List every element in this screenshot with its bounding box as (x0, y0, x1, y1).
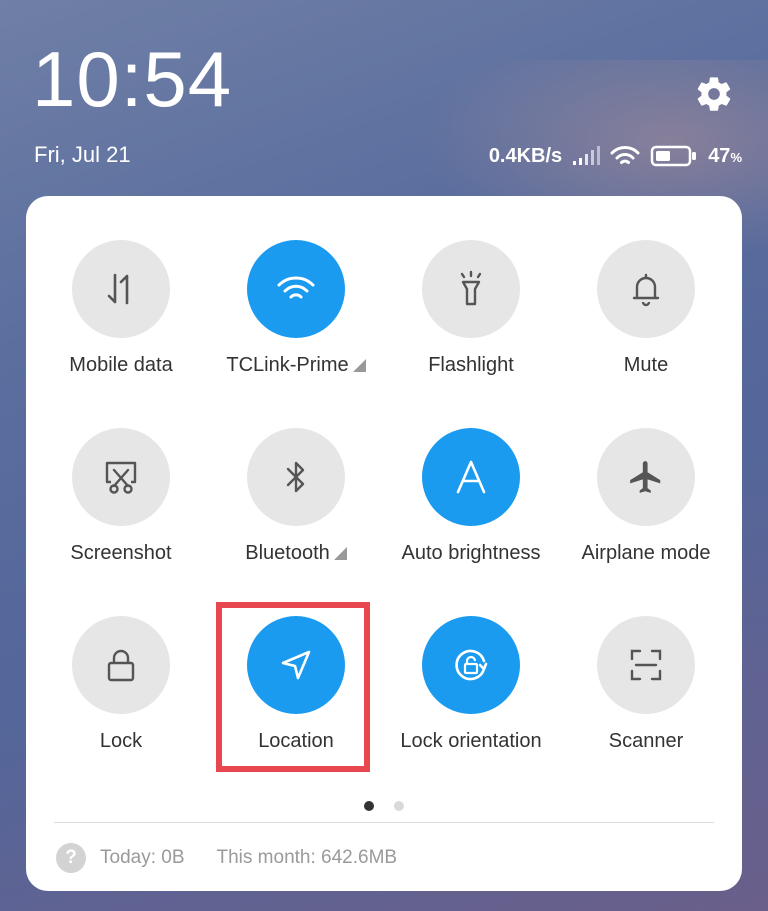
tile-circle[interactable] (597, 616, 695, 714)
tile-label: Screenshot (70, 542, 172, 564)
usage-today: Today: 0B (100, 847, 185, 868)
help-icon[interactable]: ? (56, 843, 86, 873)
tile-circle[interactable] (247, 240, 345, 338)
battery-icon (650, 145, 697, 167)
wifi-icon (277, 276, 315, 299)
network-speed: 0.4KB/s (488, 144, 563, 167)
flashlight-icon (460, 270, 482, 306)
tile-wifi[interactable]: TCLink-Prime (209, 240, 383, 377)
tile-label-text: Bluetooth (245, 542, 330, 564)
mobile-data-icon (107, 273, 129, 305)
tile-label: Airplane mode (581, 542, 711, 564)
wifi-icon (610, 146, 640, 164)
tile-circle[interactable] (247, 428, 345, 526)
expand-triangle-icon[interactable] (333, 547, 347, 560)
page-dot[interactable] (394, 801, 404, 811)
scanner-icon (630, 649, 662, 681)
tile-label: Mute (623, 354, 669, 376)
usage-month: This month: 642.6MB (216, 847, 398, 868)
clock-time: 10:54 (32, 35, 233, 123)
quick-settings-panel: Mobile data TCLink-Prime Flashlight Mute… (26, 196, 742, 891)
tile-label: Lock orientation (400, 730, 542, 752)
divider (54, 822, 714, 823)
airplane-icon (630, 461, 661, 493)
tile-circle[interactable] (72, 428, 170, 526)
bell-icon (632, 273, 660, 307)
tile-auto-brightness[interactable]: Auto brightness (384, 428, 558, 565)
tile-circle[interactable] (597, 428, 695, 526)
tile-label-text: TCLink-Prime (226, 354, 349, 376)
tile-bluetooth[interactable]: Bluetooth (209, 428, 383, 565)
tile-label: Flashlight (428, 354, 514, 376)
expand-triangle-icon[interactable] (352, 359, 366, 372)
tile-lock[interactable]: Lock (34, 616, 208, 753)
clock-date: Fri, Jul 21 (34, 142, 131, 167)
gear-icon[interactable] (694, 74, 734, 114)
tile-circle[interactable] (422, 240, 520, 338)
tile-label: Scanner (608, 730, 684, 752)
status-bar: 0.4KB/s 47% (489, 142, 742, 170)
lock-icon (107, 649, 135, 682)
signal-icon (573, 146, 601, 165)
tile-airplane-mode[interactable]: Airplane mode (559, 428, 733, 565)
rotation-lock-icon (455, 649, 488, 681)
tile-circle[interactable] (422, 428, 520, 526)
bluetooth-icon (286, 461, 305, 493)
tile-circle[interactable] (422, 616, 520, 714)
tile-circle[interactable] (597, 240, 695, 338)
tile-label: Mobile data (69, 354, 173, 376)
tile-circle[interactable] (72, 616, 170, 714)
screenshot-icon (105, 461, 137, 494)
page-dot-active[interactable] (364, 801, 374, 811)
location-highlight-box (216, 602, 370, 772)
tile-screenshot[interactable]: Screenshot (34, 428, 208, 565)
tile-lock-orientation[interactable]: Lock orientation (384, 616, 558, 753)
tile-label: Lock (99, 730, 143, 752)
tile-label: TCLink-Prime (209, 354, 383, 377)
page-indicator (26, 801, 742, 811)
tile-flashlight[interactable]: Flashlight (384, 240, 558, 377)
tile-label: Auto brightness (401, 542, 541, 564)
tile-mobile-data[interactable]: Mobile data (34, 240, 208, 377)
tile-label: Bluetooth (209, 542, 383, 565)
tile-mute[interactable]: Mute (559, 240, 733, 377)
tile-circle[interactable] (72, 240, 170, 338)
auto-brightness-icon (456, 460, 486, 494)
data-usage[interactable]: ? Today: 0B This month: 642.6MB (56, 843, 397, 873)
battery-percent: 47% (708, 144, 742, 167)
tile-scanner[interactable]: Scanner (559, 616, 733, 753)
